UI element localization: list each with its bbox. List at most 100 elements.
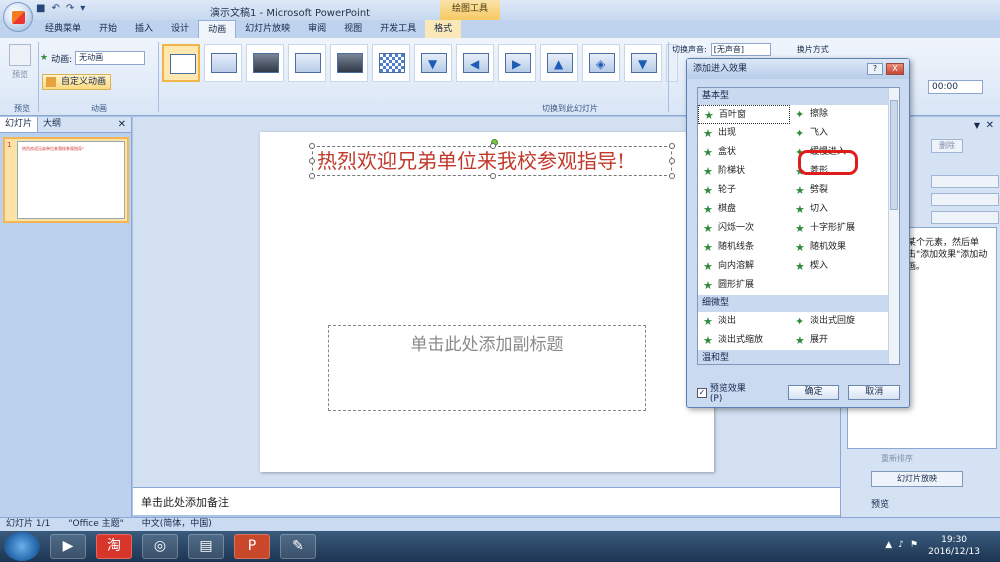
effect-item[interactable]: ★ 楔入	[790, 257, 882, 276]
scrollbar-thumb[interactable]	[890, 100, 898, 210]
preview-button[interactable]: 预览	[871, 497, 889, 510]
tab-insert[interactable]: 插入	[126, 20, 162, 38]
tab-view[interactable]: 视图	[335, 20, 371, 38]
flag-icon[interactable]: ⚑	[910, 540, 918, 550]
resize-handle[interactable]	[669, 173, 675, 179]
close-button[interactable]: X	[886, 63, 904, 75]
tab-animations[interactable]: 动画	[198, 20, 237, 38]
effect-item[interactable]: ★ 随机效果	[790, 238, 882, 257]
tab-developer[interactable]: 开发工具	[371, 20, 425, 38]
explorer-icon[interactable]: ▤	[188, 534, 224, 559]
sound-select[interactable]: [无声音]	[710, 43, 771, 56]
start-button[interactable]	[4, 532, 40, 561]
effect-item[interactable]: ★ 劈裂	[790, 181, 882, 200]
tab-slides[interactable]: 幻灯片	[0, 117, 39, 132]
undo-icon[interactable]: ↶	[51, 3, 59, 14]
animation-select[interactable]: 无动画	[75, 51, 146, 65]
slideshow-button[interactable]: 幻灯片放映	[871, 471, 963, 487]
category-header: 基本型	[698, 88, 899, 105]
help-button[interactable]: ?	[867, 63, 883, 75]
effect-item[interactable]: ★ 出现	[698, 124, 790, 143]
advance-time-input[interactable]: 00:00	[928, 80, 983, 94]
effect-item[interactable]: ✦ 淡出式回旋	[790, 312, 882, 331]
resize-handle[interactable]	[309, 143, 315, 149]
powerpoint-icon[interactable]: P	[234, 534, 270, 559]
tab-review[interactable]: 审阅	[299, 20, 335, 38]
close-icon[interactable]: ✕	[118, 119, 126, 130]
tab-slideshow[interactable]: 幻灯片放映	[236, 20, 299, 38]
preview-checkbox[interactable]: ✓	[697, 387, 707, 398]
start-select[interactable]	[931, 175, 999, 188]
ok-button[interactable]: 确定	[787, 385, 840, 400]
transition-left-thumb[interactable]: ◀	[456, 44, 494, 82]
qat-dropdown-icon[interactable]: ▾	[80, 3, 85, 14]
clock[interactable]: 19:30 2016/12/13	[928, 534, 980, 558]
transition-dissolve-thumb[interactable]	[372, 44, 410, 82]
subtitle-placeholder[interactable]: 单击此处添加副标题	[328, 325, 646, 411]
custom-animation-button[interactable]: 自定义动画	[42, 74, 112, 90]
media-player-icon[interactable]: ▶	[50, 534, 86, 559]
office-button[interactable]	[3, 2, 33, 32]
effect-item[interactable]: ★ 展开	[790, 331, 882, 350]
preview-button[interactable]: 预览	[6, 44, 34, 80]
tab-format[interactable]: 格式	[425, 20, 462, 38]
transition-right-thumb[interactable]: ▶	[498, 44, 536, 82]
effect-item[interactable]: ★ 闪烁一次	[698, 219, 790, 238]
transition-fade-thumb[interactable]	[204, 44, 242, 82]
slide-thumbnail-content: 热烈欢迎兄弟单位来我校参观指导！	[17, 141, 125, 219]
resize-handle[interactable]	[309, 158, 315, 164]
effect-item[interactable]: ★ 轮子	[698, 181, 790, 200]
language-indicator[interactable]: 中文(简体，中国)	[142, 518, 212, 531]
effect-item[interactable]: ★ 圆形扩展	[698, 276, 790, 295]
transition-black-thumb[interactable]	[246, 44, 284, 82]
redo-icon[interactable]: ↷	[66, 3, 74, 14]
transition-dark-cover-thumb[interactable]	[330, 44, 368, 82]
resize-handle[interactable]	[309, 173, 315, 179]
transition-down-thumb[interactable]: ▼	[414, 44, 452, 82]
transition-none-thumb[interactable]	[162, 44, 200, 82]
resize-handle[interactable]	[669, 158, 675, 164]
effect-item[interactable]: ★ 随机线条	[698, 238, 790, 257]
effect-item[interactable]: ★ 淡出	[698, 312, 790, 331]
save-icon[interactable]: ■	[36, 3, 45, 14]
effect-list[interactable]: 基本型 ★ 百叶窗 ✦ 擦除 ★ 出现 ✦ 飞入 ★ 盒状 ✦ 缓慢进入 ★ 阶梯状 ★ 菱形 …	[697, 87, 900, 365]
title-placeholder[interactable]: 热烈欢迎兄弟单位来我校参观指导!	[309, 139, 675, 179]
cancel-button[interactable]: 取消	[848, 385, 900, 400]
effect-item-fly-in[interactable]: ✦ 飞入	[790, 124, 882, 143]
browser-icon[interactable]: ◎	[142, 534, 178, 559]
effect-item[interactable]: ★ 切入	[790, 200, 882, 219]
volume-icon[interactable]: ♪	[898, 540, 904, 550]
resize-handle[interactable]	[669, 143, 675, 149]
transition-up-thumb[interactable]: ▲	[540, 44, 578, 82]
remove-button[interactable]: 删除	[931, 139, 963, 153]
taobao-icon[interactable]: 淘	[96, 534, 132, 559]
network-icon[interactable]: ▲	[885, 540, 892, 550]
transition-cover-thumb[interactable]	[288, 44, 326, 82]
slide-thumbnail-1[interactable]: 1 热烈欢迎兄弟单位来我校参观指导！	[3, 137, 129, 223]
transition-split-thumb[interactable]: ◈	[582, 44, 620, 82]
tab-home[interactable]: 开始	[90, 20, 126, 38]
speed-select[interactable]	[931, 211, 999, 224]
chevron-down-icon[interactable]: ▼	[974, 121, 980, 130]
effect-item[interactable]: ★ 淡出式缩放	[698, 331, 790, 350]
resize-handle[interactable]	[490, 143, 496, 149]
notes-pane[interactable]: 单击此处添加备注	[133, 487, 840, 515]
green-star-icon: ★	[703, 146, 713, 159]
tab-outline[interactable]: 大纲	[38, 117, 66, 132]
effect-item[interactable]: ★ 盒状	[698, 143, 790, 162]
effect-item[interactable]: ★ 百叶窗	[698, 105, 790, 124]
effect-item[interactable]: ★ 向内溶解	[698, 257, 790, 276]
vertical-scrollbar[interactable]	[888, 88, 899, 364]
paint-icon[interactable]: ✎	[280, 534, 316, 559]
green-star-icon: ★	[703, 279, 713, 292]
transition-down2-thumb[interactable]: ▼	[624, 44, 662, 82]
effect-item[interactable]: ★ 棋盘	[698, 200, 790, 219]
effect-item[interactable]: ✦ 擦除	[790, 105, 882, 124]
close-icon[interactable]: ✕	[986, 120, 994, 131]
resize-handle[interactable]	[490, 173, 496, 179]
effect-item[interactable]: ★ 十字形扩展	[790, 219, 882, 238]
effect-item[interactable]: ★ 阶梯状	[698, 162, 790, 181]
tab-design[interactable]: 设计	[162, 20, 198, 38]
tab-classic-menu[interactable]: 经典菜单	[36, 20, 90, 38]
property-select[interactable]	[931, 193, 999, 206]
